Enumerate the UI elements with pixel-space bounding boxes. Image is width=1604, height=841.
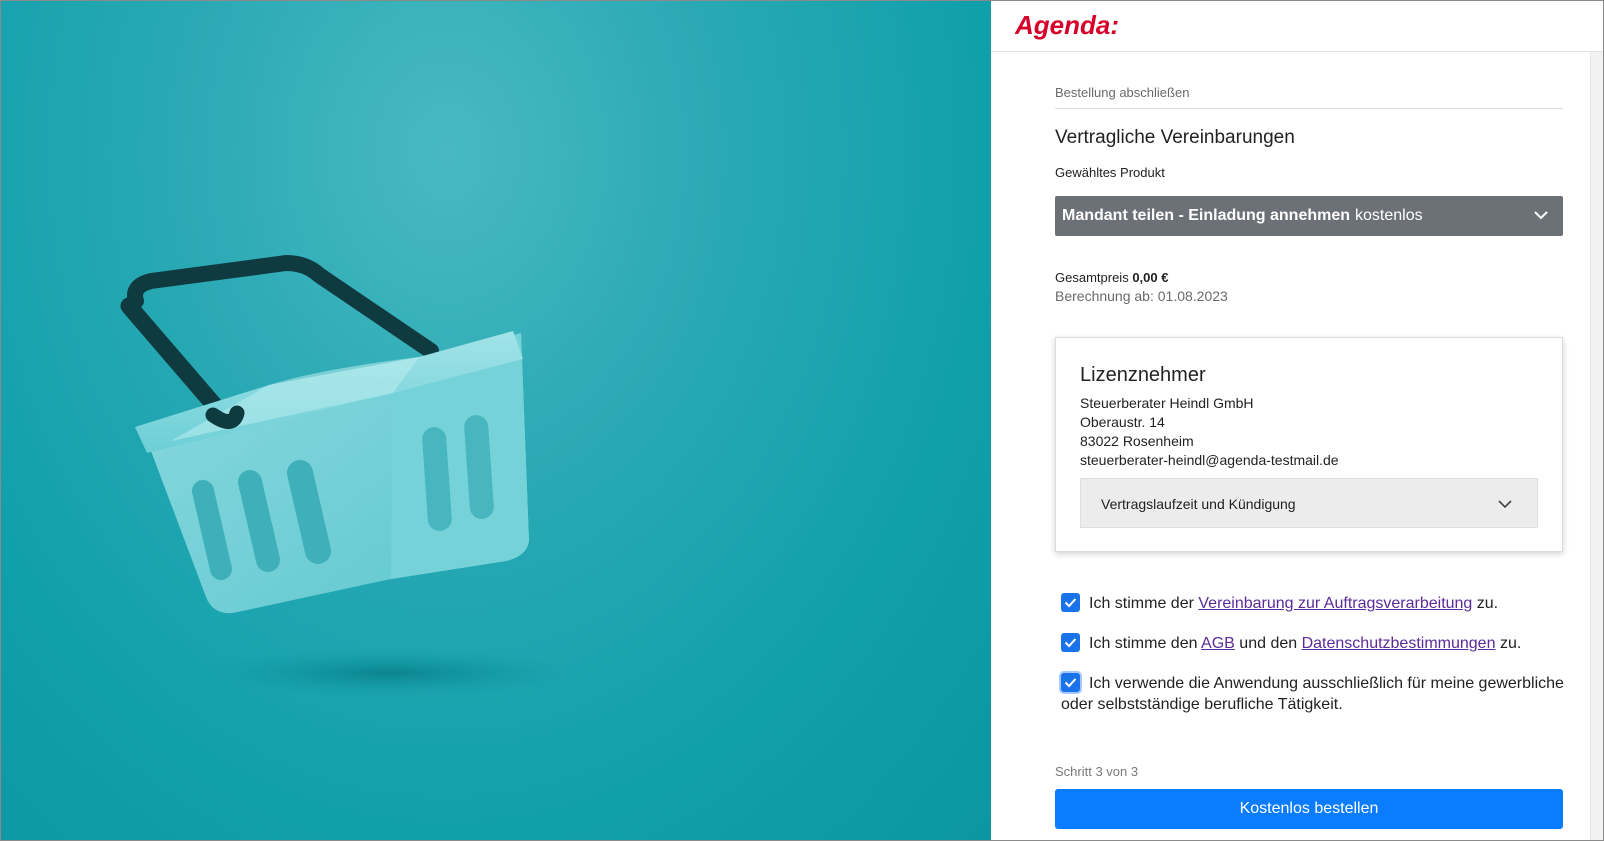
total-label: Gesamtpreis bbox=[1055, 270, 1129, 285]
app-window: Agenda: Bestellung abschließen Vertragli… bbox=[0, 0, 1604, 841]
consent-business-use: Ich verwende die Anwendung ausschließlic… bbox=[1061, 673, 1566, 717]
agenda-logo-mark: Agenda: bbox=[1014, 10, 1119, 40]
consent-agb-middle: und den bbox=[1239, 635, 1298, 652]
chevron-down-icon bbox=[1497, 497, 1513, 515]
checkmark-icon bbox=[1064, 638, 1077, 648]
billing-date: Berechnung ab: 01.08.2023 bbox=[1055, 288, 1228, 304]
licensee-company: Steuerberater Heindl GmbH bbox=[1080, 395, 1254, 411]
order-button[interactable]: Kostenlos bestellen bbox=[1055, 789, 1563, 829]
total-price: Gesamtpreis 0,00 € bbox=[1055, 270, 1168, 285]
privacy-link[interactable]: Datenschutzbestimmungen bbox=[1302, 635, 1496, 652]
consent-business-use-checkbox[interactable] bbox=[1061, 673, 1080, 692]
total-value: 0,00 € bbox=[1132, 270, 1169, 285]
section-heading: Vertragliche Vereinbarungen bbox=[1055, 127, 1295, 148]
product-name: Mandant teilen - Einladung annehmen bbox=[1062, 207, 1351, 224]
licensee-street: Oberaustr. 14 bbox=[1080, 414, 1165, 430]
agb-link[interactable]: AGB bbox=[1201, 635, 1235, 652]
scrollbar[interactable] bbox=[1590, 52, 1603, 840]
checkmark-icon bbox=[1064, 678, 1077, 688]
licensee-email: steuerberater-heindl@agenda-testmail.de bbox=[1080, 452, 1339, 468]
checkout-panel: Agenda: Bestellung abschließen Vertragli… bbox=[991, 1, 1603, 840]
consent-avv-prefix: Ich stimme der bbox=[1089, 595, 1194, 612]
consent-avv-checkbox[interactable] bbox=[1061, 593, 1080, 612]
term-accordion[interactable]: Vertragslaufzeit und Kündigung bbox=[1080, 478, 1538, 528]
svg-text:Agenda:: Agenda: bbox=[1015, 10, 1119, 40]
consent-business-use-line1: Ich verwende die Anwendung ausschließlic… bbox=[1089, 675, 1564, 692]
checkmark-icon bbox=[1064, 598, 1077, 608]
product-select[interactable]: Mandant teilen - Einladung annehmen kost… bbox=[1055, 196, 1563, 236]
consent-business-use-line2: oder selbstständige berufliche Tätigkeit… bbox=[1061, 696, 1343, 713]
avv-link[interactable]: Vereinbarung zur Auftragsverarbeitung bbox=[1198, 595, 1472, 612]
consent-agb-prefix: Ich stimme den bbox=[1089, 635, 1198, 652]
divider bbox=[1055, 108, 1563, 109]
step-title: Bestellung abschließen bbox=[1055, 85, 1190, 100]
hero-panel bbox=[1, 1, 991, 840]
chevron-down-icon bbox=[1533, 208, 1549, 227]
licensee-city: 83022 Rosenheim bbox=[1080, 433, 1194, 449]
agenda-logo[interactable]: Agenda: bbox=[1014, 10, 1135, 47]
licensee-title: Lizenznehmer bbox=[1080, 364, 1206, 386]
shopping-basket-illustration bbox=[120, 255, 579, 697]
consent-avv-suffix: zu. bbox=[1476, 595, 1499, 612]
term-accordion-label: Vertragslaufzeit und Kündigung bbox=[1101, 496, 1296, 512]
consent-agb-checkbox[interactable] bbox=[1061, 633, 1080, 652]
step-progress: Schritt 3 von 3 bbox=[1055, 764, 1139, 779]
product-label: Gewähltes Produkt bbox=[1055, 165, 1165, 180]
product-price: kostenlos bbox=[1355, 207, 1423, 224]
consent-agb-suffix: zu. bbox=[1499, 635, 1522, 652]
top-bar: Agenda: bbox=[991, 1, 1603, 52]
licensee-card: Lizenznehmer Steuerberater Heindl GmbH O… bbox=[1055, 337, 1563, 552]
